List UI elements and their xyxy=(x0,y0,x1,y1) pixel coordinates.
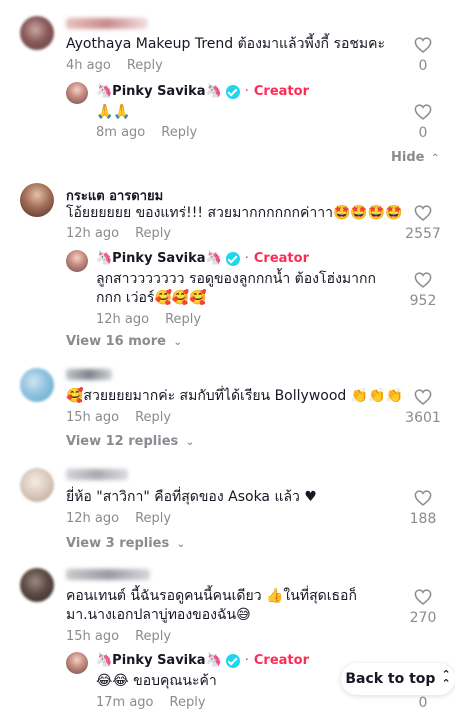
comment-text: Ayothaya Makeup Trend ต้องมาแล้วพี้งกี้ … xyxy=(66,36,386,52)
hide-replies-button[interactable]: Hide ⌃ xyxy=(391,150,439,165)
blurred-username xyxy=(66,469,128,480)
comment-time: 4h ago xyxy=(66,58,111,73)
like-heart-icon[interactable] xyxy=(414,104,432,120)
comment-meta: 12h ago Reply xyxy=(66,226,171,241)
like-heart-icon[interactable] xyxy=(414,490,432,506)
like-heart-icon[interactable] xyxy=(414,37,432,53)
avatar[interactable] xyxy=(20,183,54,217)
username[interactable]: 🦄Pinky Savika🦄 xyxy=(96,84,222,99)
avatar[interactable] xyxy=(20,468,54,502)
like-count: 0 xyxy=(418,58,428,74)
reply-text: 🙏🙏 xyxy=(96,104,131,120)
reply-button[interactable]: Reply xyxy=(170,695,206,710)
double-chevron-up-icon: ⌃ ⌃ xyxy=(441,668,451,690)
verified-badge-icon xyxy=(225,84,240,99)
like-heart-icon[interactable] xyxy=(414,272,432,288)
avatar[interactable] xyxy=(66,82,88,104)
back-to-top-button[interactable]: Back to top ⌃ ⌃ xyxy=(341,663,455,695)
blurred-username xyxy=(66,18,148,29)
separator-dot: · xyxy=(244,653,249,668)
view-replies-label: View 3 replies xyxy=(66,536,170,551)
comment-meta: 4h ago Reply xyxy=(66,58,163,73)
reply-button[interactable]: Reply xyxy=(135,629,171,644)
reply-time: 8m ago xyxy=(96,125,146,140)
reply-time: 12h ago xyxy=(96,312,150,327)
chevron-down-icon: ⌄ xyxy=(185,437,195,448)
comment-text: โอ้ยยยยยย ของแทร่!!! สวยมากกกกกกค่าาา🤩🤩🤩… xyxy=(66,205,403,221)
comment-time: 15h ago xyxy=(66,410,120,425)
like-heart-icon[interactable] xyxy=(414,589,432,605)
separator-dot: · xyxy=(244,251,249,266)
reply-button[interactable]: Reply xyxy=(135,226,171,241)
avatar[interactable] xyxy=(66,250,88,272)
view-replies-button[interactable]: View 3 replies ⌄ xyxy=(66,536,185,551)
username[interactable]: 🦄Pinky Savika🦄 xyxy=(96,251,222,266)
reply-button[interactable]: Reply xyxy=(165,312,201,327)
avatar[interactable] xyxy=(20,568,54,602)
comment-meta: 15h ago Reply xyxy=(66,629,171,644)
verified-badge-icon xyxy=(225,653,240,668)
back-to-top-label: Back to top xyxy=(345,671,436,687)
chevron-down-icon: ⌄ xyxy=(173,337,182,348)
reply-text: ลูกสาววววววว รอดูของลูกกกน้ำ ต้องโฮ่งมาก… xyxy=(96,271,376,306)
reply-button[interactable]: Reply xyxy=(135,511,171,526)
creator-badge: Creator xyxy=(253,653,309,668)
username[interactable]: กระแต อารดายม xyxy=(66,185,163,206)
view-replies-button[interactable]: View 12 replies ⌄ xyxy=(66,434,194,449)
reply-meta: 8m ago Reply xyxy=(96,125,197,140)
comment-time: 15h ago xyxy=(66,629,120,644)
comment-time: 12h ago xyxy=(66,226,120,241)
reply-button[interactable]: Reply xyxy=(135,410,171,425)
comment-meta: 12h ago Reply xyxy=(66,511,171,526)
avatar[interactable] xyxy=(20,16,54,50)
creator-name-row: 🦄Pinky Savika🦄 · Creator xyxy=(96,84,309,99)
chevron-up-icon: ⌃ xyxy=(431,153,440,164)
like-count: 952 xyxy=(409,293,437,309)
view-replies-label: View 12 replies xyxy=(66,434,179,449)
creator-badge: Creator xyxy=(253,251,309,266)
view-more-replies-button[interactable]: View 16 more ⌄ xyxy=(66,334,182,349)
comment-text: คอนเทนต์ นี้ฉันรอดูคนนี้คนเดียว 👍ในที่สุ… xyxy=(66,588,357,623)
blurred-username xyxy=(66,569,150,580)
reply-time: 17m ago xyxy=(96,695,154,710)
like-count: 270 xyxy=(409,610,437,626)
like-heart-icon[interactable] xyxy=(414,389,432,405)
like-count: 0 xyxy=(418,695,428,711)
creator-name-row: 🦄Pinky Savika🦄 · Creator xyxy=(96,653,309,668)
like-count: 2557 xyxy=(405,226,441,242)
comment-meta: 15h ago Reply xyxy=(66,410,171,425)
view-more-label: View 16 more xyxy=(66,334,166,349)
comment-text: ยี่ห้อ "สาวิกา" คือที่สุดของ Asoka แล้ว … xyxy=(66,489,317,505)
like-count: 3601 xyxy=(405,410,441,426)
avatar[interactable] xyxy=(20,368,54,402)
username[interactable]: 🦄Pinky Savika🦄 xyxy=(96,653,222,668)
creator-badge: Creator xyxy=(253,84,309,99)
creator-name-row: 🦄Pinky Savika🦄 · Creator xyxy=(96,251,309,266)
comment-time: 12h ago xyxy=(66,511,120,526)
reply-meta: 17m ago Reply xyxy=(96,695,206,710)
like-heart-icon[interactable] xyxy=(414,205,432,221)
like-count: 188 xyxy=(409,511,437,527)
verified-badge-icon xyxy=(225,251,240,266)
reply-button[interactable]: Reply xyxy=(127,58,163,73)
reply-text: 😂😂 ขอบคุณนะค้า xyxy=(96,673,217,689)
separator-dot: · xyxy=(244,84,249,99)
reply-meta: 12h ago Reply xyxy=(96,312,201,327)
avatar[interactable] xyxy=(66,652,88,674)
hide-label: Hide xyxy=(391,150,425,165)
comment-text: 🥰สวยยยยมากค่ะ สมกับที่ได้เรียน Bollywood… xyxy=(66,388,404,404)
like-count: 0 xyxy=(418,125,428,141)
reply-button[interactable]: Reply xyxy=(161,125,197,140)
chevron-down-icon: ⌄ xyxy=(176,539,186,550)
blurred-username xyxy=(66,369,112,380)
